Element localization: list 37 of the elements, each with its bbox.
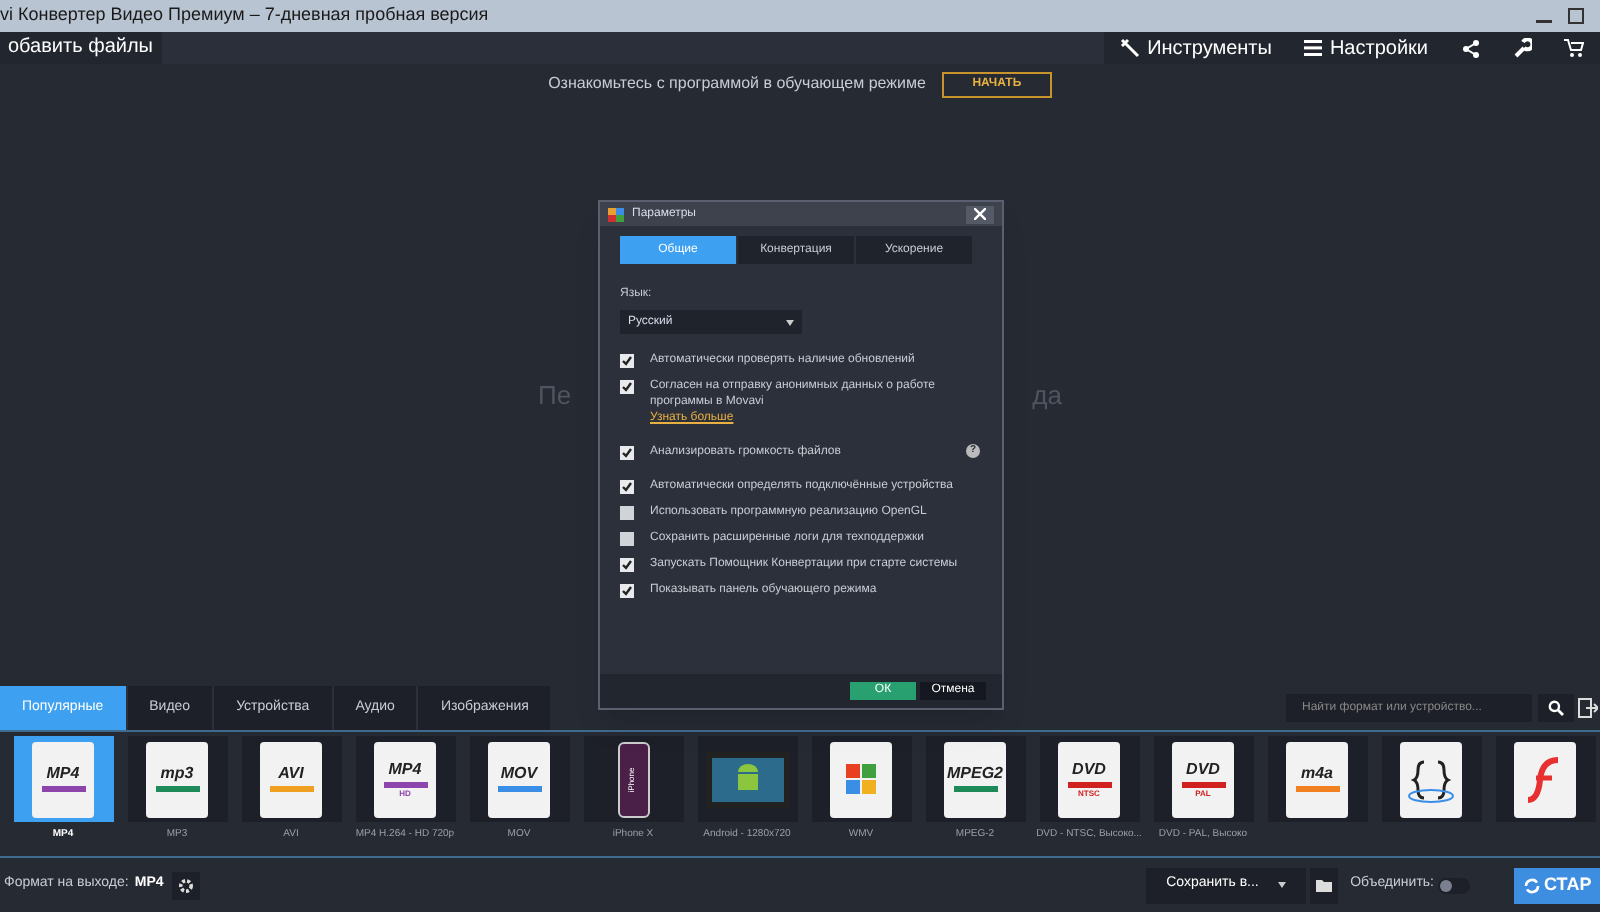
checkbox[interactable]: [620, 380, 634, 394]
braces-icon: [1400, 741, 1462, 817]
checkbox[interactable]: [620, 446, 634, 460]
app-logo-icon: [608, 207, 624, 221]
flash-icon: [1514, 741, 1576, 817]
checkbox[interactable]: [620, 558, 634, 572]
file-format-icon: mp3: [146, 741, 208, 817]
add-files-button[interactable]: обавить файлы: [0, 32, 161, 64]
window-title: vi Конвертер Видео Премиум – 7-дневная пробная версия: [0, 2, 489, 29]
cart-icon[interactable]: [1548, 32, 1600, 64]
checkbox[interactable]: [620, 354, 634, 368]
tools-button[interactable]: Инструменты: [1103, 32, 1288, 64]
refresh-icon: [1524, 877, 1540, 893]
caret-icon: [1278, 882, 1287, 888]
checkbox[interactable]: [620, 480, 634, 494]
android-tablet-icon: [705, 751, 789, 807]
search-icon[interactable]: [1538, 694, 1574, 722]
file-format-icon: MP4: [32, 741, 94, 817]
menu-icon: [1303, 40, 1322, 56]
merge-toggle[interactable]: [1438, 877, 1470, 893]
checkbox[interactable]: [620, 532, 634, 546]
banner-text: Ознакомьтесь с программой в обучающем режиме: [548, 72, 926, 96]
caret-icon: [786, 319, 794, 325]
file-format-icon: MPEG2: [944, 741, 1006, 817]
wand-icon: [1119, 38, 1140, 58]
device-icon[interactable]: [1576, 694, 1600, 722]
settings-button[interactable]: Настройки: [1287, 32, 1444, 64]
file-format-icon: m4a: [1286, 741, 1348, 817]
file-format-icon: MOV: [488, 741, 550, 817]
folder-icon[interactable]: [1310, 867, 1339, 903]
checkbox[interactable]: [620, 506, 634, 520]
file-format-icon: AVI: [260, 741, 322, 817]
close-icon[interactable]: [966, 205, 994, 223]
checkbox[interactable]: [620, 584, 634, 598]
windows-logo-icon: [830, 741, 892, 817]
maximize-icon[interactable]: [1568, 8, 1584, 24]
settings-icon[interactable]: [171, 871, 200, 899]
